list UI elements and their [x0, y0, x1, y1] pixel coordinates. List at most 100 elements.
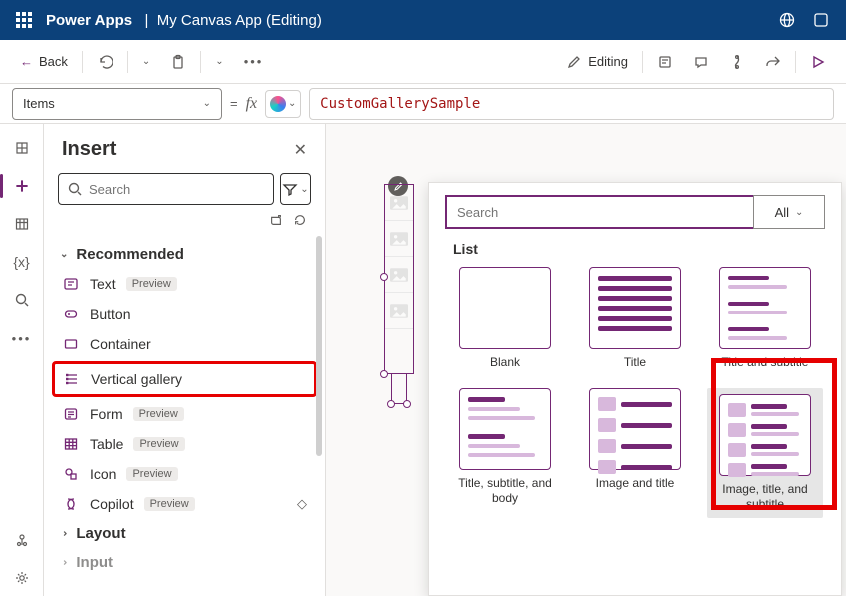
insert-item-label: Text: [90, 276, 116, 292]
insert-item-vertical-gallery[interactable]: Vertical gallery: [52, 361, 317, 397]
copilot-icon: [62, 495, 80, 513]
get-components-button[interactable]: [269, 213, 283, 230]
canvas-selected-gallery[interactable]: [384, 184, 414, 404]
property-dropdown[interactable]: Items ⌄: [12, 88, 222, 120]
editing-label: Editing: [588, 54, 628, 69]
command-bar: ← Back ⌄ ⌄ ••• Editing: [0, 40, 846, 84]
data-tab[interactable]: [2, 206, 42, 242]
help-icon[interactable]: [804, 0, 838, 40]
layout-filter-dropdown[interactable]: All ⌄: [753, 195, 825, 229]
preview-badge: Preview: [133, 437, 184, 451]
notes-button[interactable]: [649, 46, 681, 78]
layout-card-title[interactable]: Title: [577, 267, 693, 370]
refresh-button[interactable]: [293, 213, 307, 230]
group-recommended[interactable]: ⌄ Recommended: [54, 240, 315, 269]
group-layout[interactable]: ⌄ Layout: [54, 519, 315, 548]
insert-item-table[interactable]: Table Preview: [54, 429, 315, 459]
layout-card-image-title[interactable]: Image and title: [577, 388, 693, 518]
chevron-down-icon: ⌄: [288, 98, 296, 109]
insert-item-copilot[interactable]: Copilot Preview ◇: [54, 489, 315, 519]
pencil-icon: [566, 54, 582, 70]
separator: [82, 51, 83, 73]
overflow-button[interactable]: •••: [236, 46, 272, 78]
copilot-formula-button[interactable]: ⌄: [265, 90, 301, 118]
editing-mode-button[interactable]: Editing: [558, 46, 636, 78]
filter-icon: [282, 181, 298, 197]
insert-item-button[interactable]: Button: [54, 299, 315, 329]
group-input-label: Input: [76, 554, 113, 571]
insert-search-input[interactable]: [89, 182, 265, 197]
shapes-icon: [62, 465, 80, 483]
layout-card-blank[interactable]: Blank: [447, 267, 563, 370]
chevron-down-icon: ⌄: [60, 249, 68, 260]
tree-view-tab[interactable]: [2, 130, 42, 166]
close-pane-button[interactable]: ✕: [294, 140, 307, 160]
separator: [642, 51, 643, 73]
insert-tab[interactable]: [2, 168, 42, 204]
layout-card-label: Title, subtitle, and body: [450, 476, 560, 506]
chevron-down-icon: ⌄: [795, 207, 803, 218]
layout-flyout-panel: All ⌄ List Blank Title: [428, 182, 842, 596]
search-tab[interactable]: [2, 282, 42, 318]
layout-card-title-subtitle-body[interactable]: Title, subtitle, and body: [447, 388, 563, 518]
more-tab[interactable]: •••: [2, 320, 42, 356]
chevron-right-icon: ⌄: [59, 558, 70, 566]
chevron-right-icon: ⌄: [59, 529, 70, 537]
undo-button[interactable]: [89, 46, 121, 78]
main-area: {x} ••• Insert ✕ ⌄: [0, 124, 846, 596]
separator: [200, 51, 201, 73]
fx-icon: fx: [246, 95, 258, 113]
insert-filter-button[interactable]: ⌄: [280, 173, 311, 205]
layout-search-box[interactable]: [445, 195, 753, 229]
form-icon: [62, 405, 80, 423]
layout-card-label: Image, title, and subtitle: [713, 482, 817, 512]
brand-label: Power Apps: [46, 12, 132, 29]
preview-badge: Preview: [126, 277, 177, 291]
formula-bar: Items ⌄ = fx ⌄: [0, 84, 846, 124]
comments-button[interactable]: [685, 46, 717, 78]
share-button[interactable]: [757, 46, 789, 78]
breadcrumb-sep: |: [144, 12, 148, 29]
chevron-down-icon: ⌄: [142, 56, 150, 67]
environment-icon[interactable]: [770, 0, 804, 40]
layout-card-label: Title and subtitle: [722, 355, 809, 370]
insert-item-label: Table: [90, 436, 123, 452]
back-button[interactable]: ← Back: [12, 46, 76, 78]
undo-menu[interactable]: ⌄: [134, 46, 158, 78]
waffle-icon: [16, 12, 32, 28]
text-icon: [62, 275, 80, 293]
layout-card-label: Blank: [490, 355, 520, 370]
settings-tab[interactable]: [2, 560, 42, 596]
insert-item-icon[interactable]: Icon Preview: [54, 459, 315, 489]
insert-item-form[interactable]: Form Preview: [54, 399, 315, 429]
tools-tab[interactable]: [2, 522, 42, 558]
separator: [127, 51, 128, 73]
scrollbar[interactable]: [316, 236, 322, 456]
separator: [795, 51, 796, 73]
layout-card-image-title-subtitle[interactable]: Image, title, and subtitle: [707, 388, 823, 518]
table-icon: [62, 435, 80, 453]
insert-item-container[interactable]: Container: [54, 329, 315, 359]
insert-item-label: Icon: [90, 466, 116, 482]
insert-search-box[interactable]: [58, 173, 274, 205]
app-title: My Canvas App (Editing): [157, 12, 322, 29]
top-bar: Power Apps | My Canvas App (Editing): [0, 0, 846, 40]
button-icon: [62, 305, 80, 323]
layout-card-label: Image and title: [596, 476, 675, 491]
group-input[interactable]: ⌄ Input: [54, 548, 315, 577]
play-button[interactable]: [802, 46, 834, 78]
chevron-down-icon: ⌄: [215, 56, 223, 67]
app-launcher-button[interactable]: [8, 0, 40, 40]
layout-search-input[interactable]: [457, 205, 743, 220]
layout-grid: Blank Title Title and: [445, 267, 825, 518]
paste-button[interactable]: [162, 46, 194, 78]
insert-item-text[interactable]: Text Preview: [54, 269, 315, 299]
variables-tab[interactable]: {x}: [2, 244, 42, 280]
formula-input[interactable]: [309, 88, 834, 120]
property-name: Items: [23, 96, 55, 111]
layout-thumb: [589, 267, 681, 349]
checker-button[interactable]: [721, 46, 753, 78]
paste-menu[interactable]: ⌄: [207, 46, 231, 78]
more-icon: •••: [244, 54, 264, 69]
layout-card-title-subtitle[interactable]: Title and subtitle: [707, 267, 823, 370]
